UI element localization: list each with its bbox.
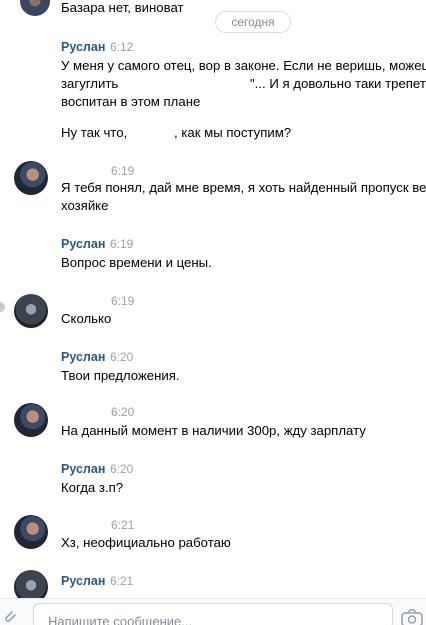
- avatar[interactable]: [14, 515, 48, 549]
- message-text: На данный момент в наличии 300р, жду зар…: [61, 423, 366, 438]
- message-input[interactable]: Напишите сообщение...: [33, 603, 393, 625]
- avatar[interactable]: [14, 294, 48, 328]
- message-author[interactable]: Руслан: [61, 462, 105, 476]
- message-time[interactable]: 6:20: [110, 350, 133, 364]
- paperclip-icon[interactable]: [2, 608, 16, 624]
- message-text: Когда з.п?: [61, 480, 124, 495]
- message-time[interactable]: 6:21: [111, 518, 134, 532]
- message-text: Базара нет, виноват: [61, 0, 184, 15]
- message-time[interactable]: 6:19: [111, 164, 134, 178]
- message-text: Твои предложения.: [61, 368, 180, 383]
- message-text: Вопрос времени и цены.: [61, 255, 212, 270]
- message-author[interactable]: Руслан: [61, 350, 105, 364]
- avatar[interactable]: [14, 161, 48, 195]
- avatar[interactable]: [20, 0, 50, 16]
- message-text: загуглить: [61, 76, 119, 91]
- message-author[interactable]: Руслан: [61, 574, 105, 588]
- unread-indicator: [0, 302, 5, 312]
- message-composer: Напишите сообщение...: [0, 598, 426, 625]
- message-text: Я тебя понял, дай мне время, я хоть найд…: [61, 180, 426, 195]
- message-time[interactable]: 6:21: [110, 574, 133, 588]
- avatar[interactable]: [14, 570, 48, 598]
- message-text: , как мы поступим?: [174, 125, 292, 140]
- message-history[interactable]: Базара нет, виноват сегодня Руслан 6:12 …: [0, 0, 426, 598]
- message-time[interactable]: 6:20: [110, 462, 133, 476]
- message-time[interactable]: 6:12: [110, 40, 133, 54]
- date-separator: сегодня: [215, 11, 291, 33]
- message-text: воспитан в этом плане: [61, 94, 201, 109]
- message-author[interactable]: Руслан: [61, 40, 105, 54]
- message-text: Ну так что,: [61, 125, 128, 140]
- message-text: Хз, неофициально работаю: [61, 535, 231, 550]
- message-text: хозяйке: [61, 198, 109, 213]
- message-time[interactable]: 6:19: [111, 294, 134, 308]
- camera-icon[interactable]: [400, 608, 424, 625]
- message-author[interactable]: Руслан: [61, 237, 105, 251]
- avatar[interactable]: [14, 403, 48, 437]
- message-time[interactable]: 6:20: [111, 405, 134, 419]
- message-text: У меня у самого отец, вор в законе. Если…: [61, 58, 426, 73]
- message-text: "... И я довольно таки трепетн: [250, 76, 426, 91]
- message-time[interactable]: 6:19: [110, 237, 133, 251]
- message-text: Сколько: [61, 311, 112, 326]
